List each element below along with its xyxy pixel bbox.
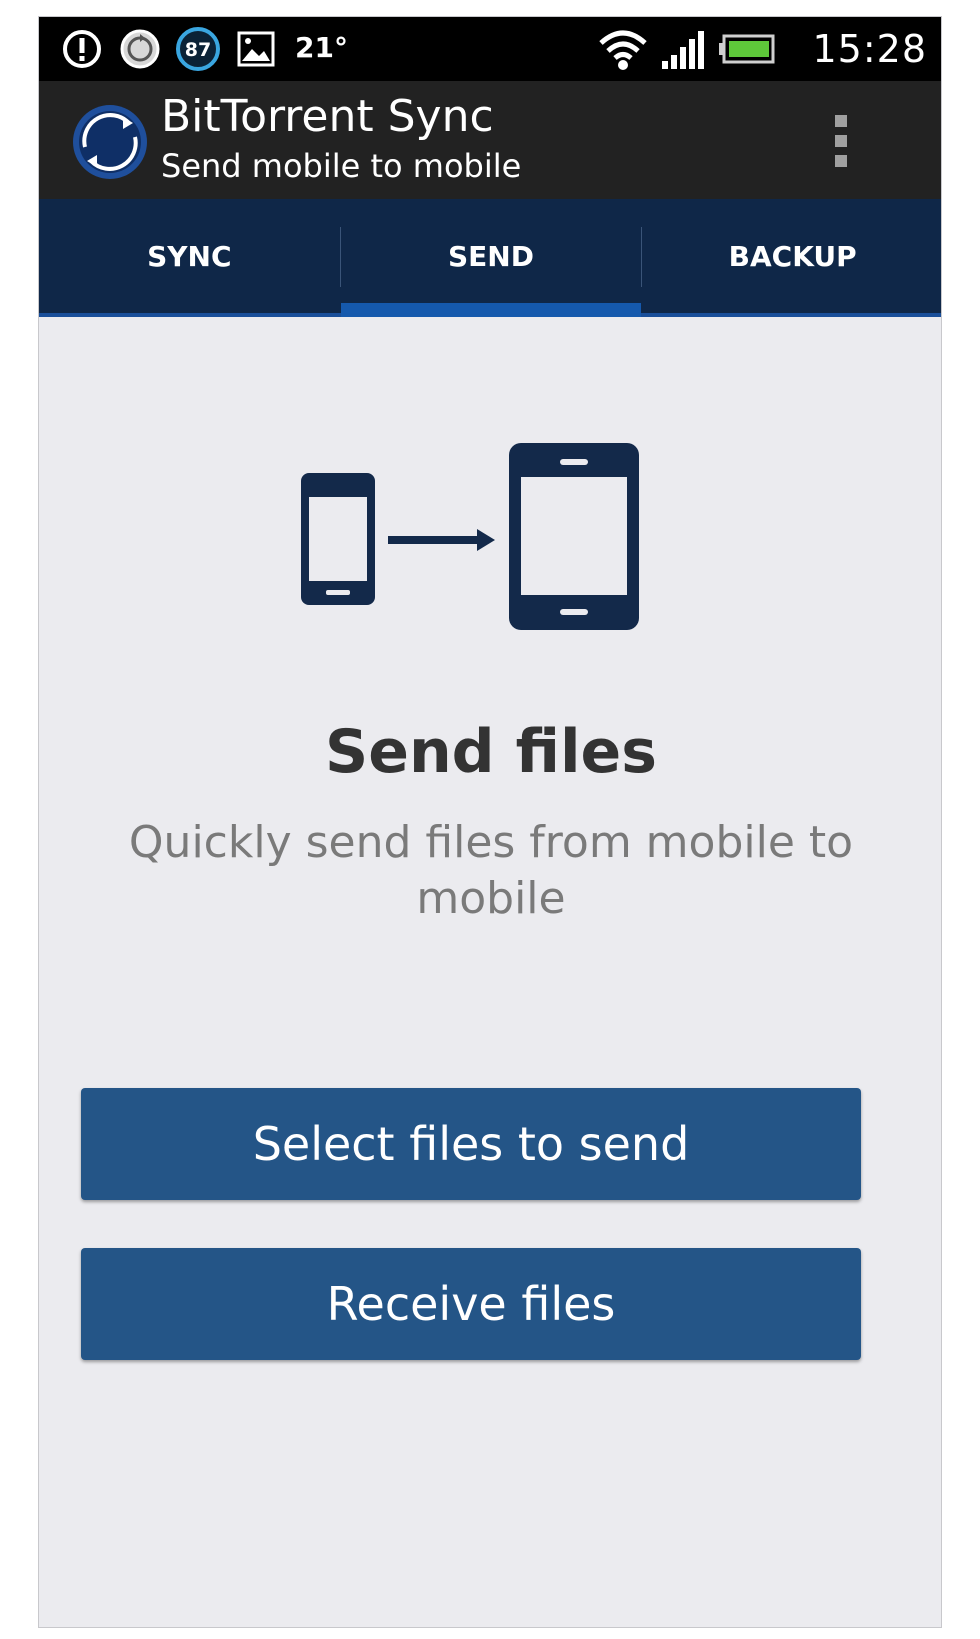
phone-to-tablet-icon <box>301 443 651 643</box>
gallery-icon <box>235 27 277 71</box>
tab-bar: SYNC SEND BACKUP <box>39 199 941 317</box>
battery-percent-text: 87 <box>185 39 211 61</box>
menu-dot <box>835 135 847 147</box>
temperature-text: 21° <box>295 31 348 64</box>
tab-sync[interactable]: SYNC <box>39 199 340 313</box>
bittorrent-sync-logo-icon <box>71 103 149 181</box>
receive-files-button[interactable]: Receive files <box>81 1248 861 1360</box>
clock-text: 15:28 <box>812 27 927 71</box>
signal-icon <box>659 27 709 71</box>
alert-icon <box>59 27 105 71</box>
app-screen: 87 21° 15:28 BitTorrent Sync Send mobile… <box>38 16 942 1628</box>
wifi-icon <box>597 27 649 71</box>
battery-icon <box>719 27 775 71</box>
sync-status-icon <box>117 27 163 71</box>
app-subtitle: Send mobile to mobile <box>161 147 522 185</box>
tab-send[interactable]: SEND <box>340 199 642 317</box>
action-bar: BitTorrent Sync Send mobile to mobile <box>39 81 941 199</box>
app-title: BitTorrent Sync <box>161 91 494 142</box>
overflow-menu-icon[interactable] <box>819 111 863 171</box>
tab-backup[interactable]: BACKUP <box>642 199 941 313</box>
menu-dot <box>835 155 847 167</box>
battery-percent-icon: 87 <box>173 27 223 71</box>
status-bar: 87 21° 15:28 <box>39 17 941 81</box>
section-description: Quickly send files from mobile to mobile <box>128 817 854 924</box>
section-heading: Send files <box>325 717 657 787</box>
menu-dot <box>835 115 847 127</box>
select-files-button[interactable]: Select files to send <box>81 1088 861 1200</box>
